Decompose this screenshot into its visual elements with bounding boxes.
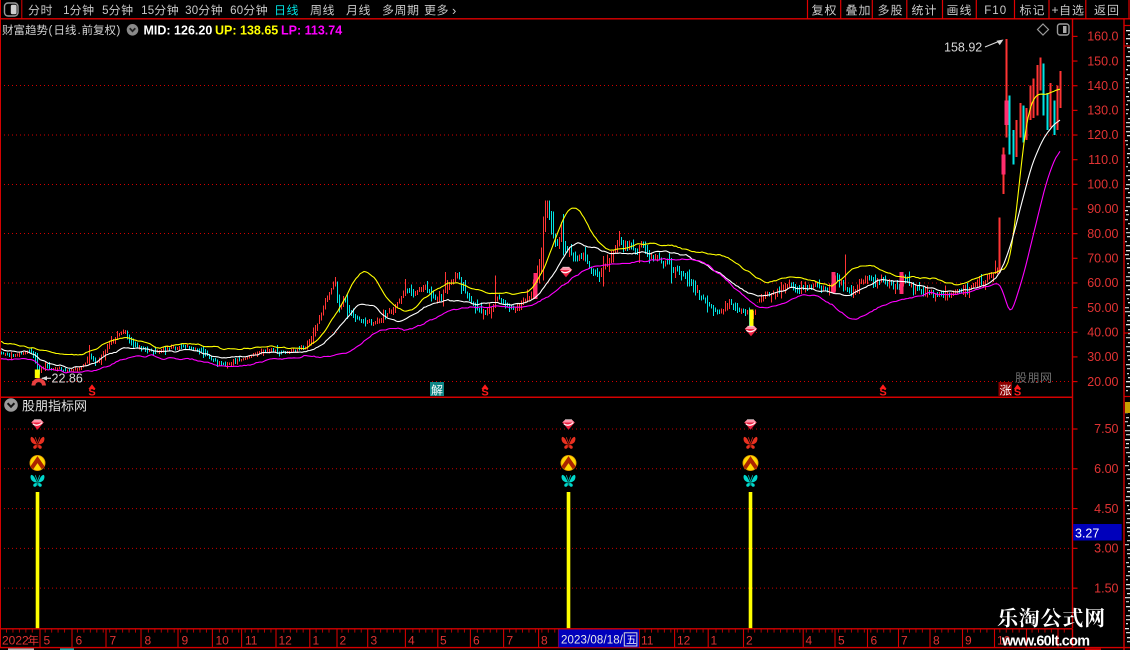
svg-text:2: 2 bbox=[746, 634, 753, 648]
svg-text:3.00: 3.00 bbox=[1094, 542, 1118, 556]
svg-text:4: 4 bbox=[408, 634, 415, 648]
svg-text:150.0: 150.0 bbox=[1087, 54, 1118, 68]
svg-text:3: 3 bbox=[371, 634, 378, 648]
svg-text:5: 5 bbox=[838, 634, 845, 648]
svg-text:4.50: 4.50 bbox=[1094, 502, 1118, 516]
svg-text:50.00: 50.00 bbox=[1087, 301, 1118, 315]
svg-text:158.92: 158.92 bbox=[944, 41, 982, 55]
svg-text:10: 10 bbox=[216, 634, 230, 648]
svg-text:1: 1 bbox=[992, 5, 998, 17]
svg-text:160.0: 160.0 bbox=[1087, 30, 1118, 44]
svg-text:4: 4 bbox=[806, 634, 813, 648]
svg-text:80.00: 80.00 bbox=[1087, 227, 1118, 241]
svg-text:5: 5 bbox=[440, 634, 447, 648]
svg-text:www.60lt.com: www.60lt.com bbox=[1001, 634, 1090, 650]
svg-text:3.27: 3.27 bbox=[1075, 527, 1099, 541]
svg-text:1: 1 bbox=[313, 634, 320, 648]
svg-text:MID: 126.20: MID: 126.20 bbox=[144, 24, 213, 38]
svg-text:5: 5 bbox=[44, 634, 51, 648]
svg-text:5: 5 bbox=[102, 5, 108, 17]
svg-text:6: 6 bbox=[230, 5, 236, 17]
svg-text:2: 2 bbox=[340, 634, 347, 648]
svg-text:11: 11 bbox=[245, 634, 258, 648]
svg-text:7.50: 7.50 bbox=[1094, 422, 1118, 436]
svg-text:1: 1 bbox=[141, 5, 147, 17]
svg-text:30.00: 30.00 bbox=[1087, 350, 1118, 364]
svg-text:60.00: 60.00 bbox=[1087, 276, 1118, 290]
svg-text:6: 6 bbox=[871, 634, 878, 648]
svg-text:110.0: 110.0 bbox=[1088, 153, 1118, 167]
svg-text:120.0: 120.0 bbox=[1087, 128, 1118, 142]
svg-text:12: 12 bbox=[677, 634, 691, 648]
svg-text:8: 8 bbox=[541, 634, 548, 648]
svg-text:22.86: 22.86 bbox=[52, 372, 83, 386]
svg-text:90.00: 90.00 bbox=[1087, 202, 1118, 216]
svg-text:+: + bbox=[1051, 3, 1058, 17]
svg-text:0: 0 bbox=[192, 5, 198, 17]
svg-text:9: 9 bbox=[182, 634, 189, 648]
svg-text:F: F bbox=[984, 5, 991, 17]
svg-text:1: 1 bbox=[711, 634, 718, 648]
svg-text:8: 8 bbox=[933, 634, 940, 648]
svg-text:1: 1 bbox=[63, 5, 69, 17]
svg-text:6: 6 bbox=[76, 634, 83, 648]
svg-text:0: 0 bbox=[237, 5, 243, 17]
svg-text:130.0: 130.0 bbox=[1087, 104, 1118, 118]
svg-text:9: 9 bbox=[965, 634, 972, 648]
svg-text:0: 0 bbox=[1000, 5, 1006, 17]
svg-text:UP: 138.65: UP: 138.65 bbox=[215, 24, 278, 38]
svg-text:3: 3 bbox=[185, 5, 191, 17]
svg-text:8: 8 bbox=[145, 634, 152, 648]
svg-text:6: 6 bbox=[473, 634, 480, 648]
svg-text:LP: 113.74: LP: 113.74 bbox=[281, 24, 342, 38]
svg-text:40.00: 40.00 bbox=[1087, 326, 1118, 340]
svg-text:7: 7 bbox=[507, 634, 514, 648]
svg-text:100.0: 100.0 bbox=[1087, 178, 1118, 192]
svg-text:12: 12 bbox=[279, 634, 293, 648]
svg-text:(: ( bbox=[49, 25, 53, 37]
svg-text:2023/08/18/: 2023/08/18/ bbox=[561, 635, 624, 647]
svg-text:): ) bbox=[117, 25, 121, 37]
svg-text:11: 11 bbox=[641, 634, 654, 648]
svg-text:5: 5 bbox=[148, 5, 154, 17]
svg-text:70.00: 70.00 bbox=[1087, 252, 1118, 266]
svg-text:.: . bbox=[78, 25, 81, 37]
svg-text:7: 7 bbox=[110, 634, 117, 648]
svg-text:140.0: 140.0 bbox=[1087, 79, 1118, 93]
svg-text:1.50: 1.50 bbox=[1094, 581, 1118, 595]
svg-text:2022: 2022 bbox=[2, 634, 29, 648]
svg-text:20.00: 20.00 bbox=[1087, 375, 1118, 389]
svg-text:6.00: 6.00 bbox=[1094, 462, 1118, 476]
svg-text:›: › bbox=[452, 3, 456, 18]
svg-text:7: 7 bbox=[901, 634, 908, 648]
